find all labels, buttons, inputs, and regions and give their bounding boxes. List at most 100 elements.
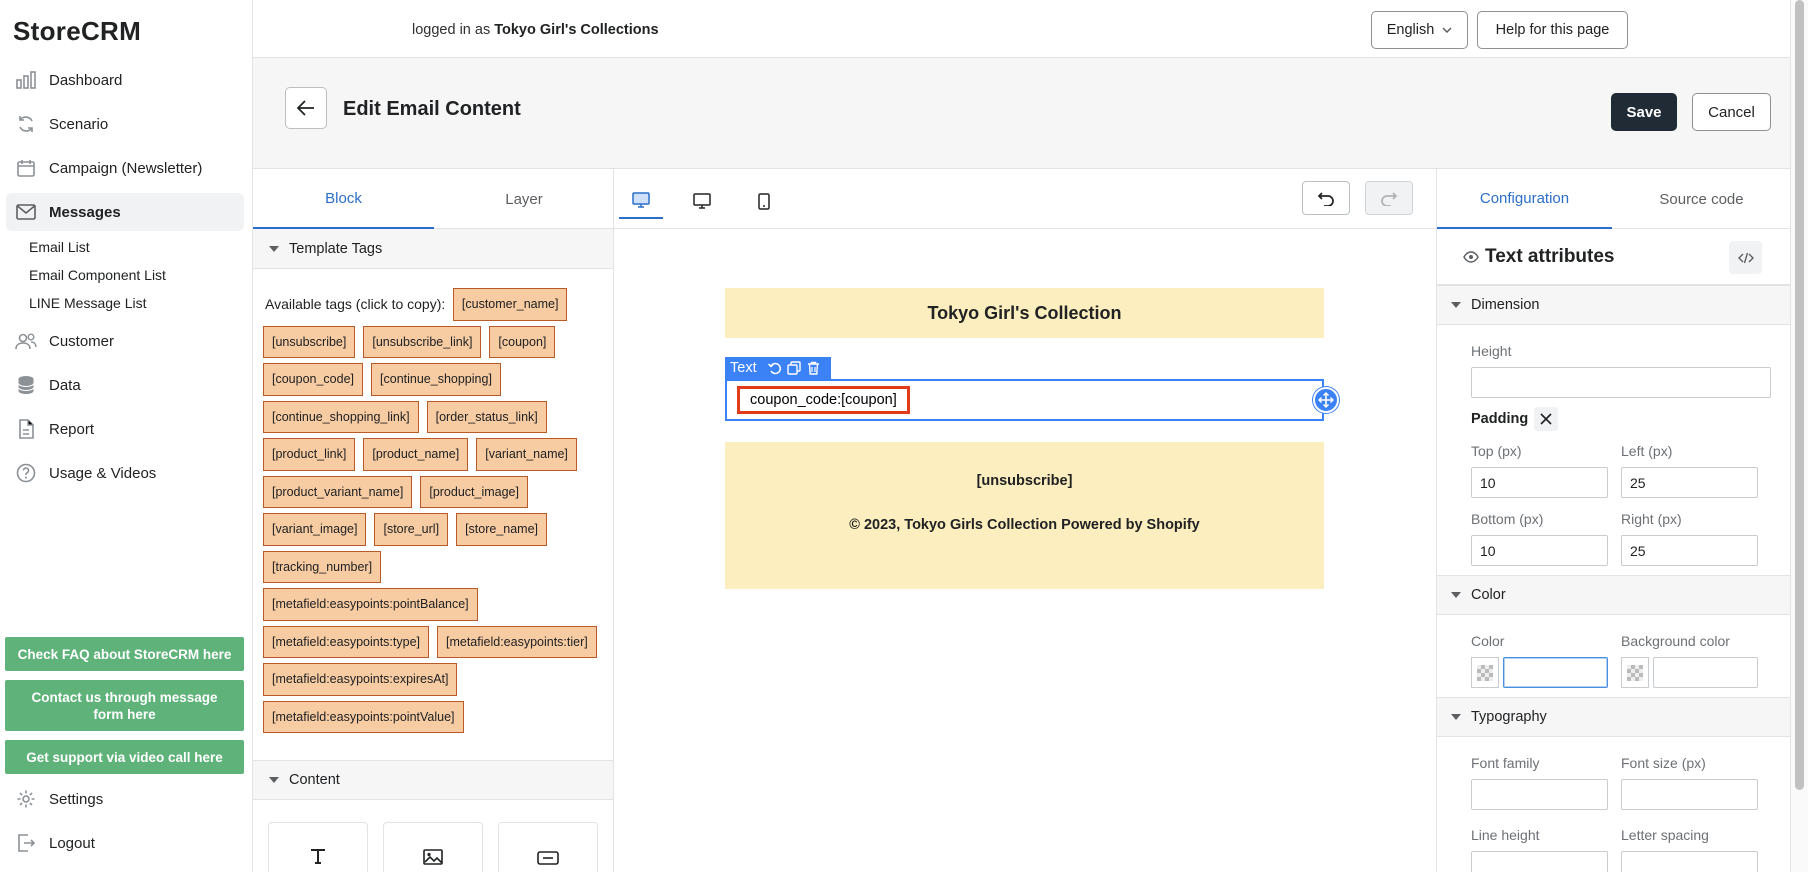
content-block-image[interactable] xyxy=(383,822,483,872)
template-tag[interactable]: [store_url] xyxy=(374,513,449,546)
undo-button[interactable] xyxy=(1302,181,1350,215)
sidebar-item-report[interactable]: Report xyxy=(6,410,244,448)
desktop-preview-icon xyxy=(632,192,650,208)
sidebar-item-dashboard[interactable]: Dashboard xyxy=(6,61,244,99)
move-handle[interactable] xyxy=(1313,387,1339,413)
trash-icon[interactable] xyxy=(807,361,820,375)
sidebar-subitem-email-component-list[interactable]: Email Component List xyxy=(29,267,166,283)
template-tag[interactable]: [variant_name] xyxy=(476,438,577,471)
typography-section-header[interactable]: Typography xyxy=(1437,697,1790,737)
template-tag[interactable]: [coupon] xyxy=(489,325,556,358)
sidebar-subitem-email-list[interactable]: Email List xyxy=(29,239,90,255)
height-input[interactable] xyxy=(1471,367,1771,398)
sidebar-item-usage-videos[interactable]: Usage & Videos xyxy=(6,454,244,492)
padding-bottom-input[interactable]: 10 xyxy=(1471,535,1608,566)
sidebar-item-scenario[interactable]: Scenario xyxy=(6,105,244,143)
template-tag[interactable]: [continue_shopping] xyxy=(371,363,501,396)
back-button[interactable] xyxy=(285,87,327,129)
text-color-swatch[interactable] xyxy=(1471,657,1499,688)
line-height-label: Line height xyxy=(1471,827,1540,843)
template-tag[interactable]: [metafield:easypoints:pointBalance] xyxy=(263,588,478,621)
font-size-input[interactable] xyxy=(1621,779,1758,810)
code-view-button[interactable] xyxy=(1729,241,1762,274)
sidebar-item-logout[interactable]: Logout xyxy=(6,824,244,862)
tab-source-code[interactable]: Source code xyxy=(1612,169,1791,229)
redo-button[interactable] xyxy=(1365,181,1413,215)
template-tag[interactable]: [product_variant_name] xyxy=(263,475,413,508)
sidebar-item-label: Dashboard xyxy=(49,71,123,89)
template-tag[interactable]: [product_name] xyxy=(363,438,469,471)
copy-icon[interactable] xyxy=(786,361,801,375)
background-color-swatch[interactable] xyxy=(1621,657,1649,688)
line-height-input[interactable] xyxy=(1471,851,1608,872)
template-tag[interactable]: [metafield:easypoints:tier] xyxy=(437,625,597,658)
sidebar-item-label: Messages xyxy=(49,203,121,221)
sidebar-subitem-line-message-list[interactable]: LINE Message List xyxy=(29,295,147,311)
template-tag[interactable]: [unsubscribe_link] xyxy=(363,325,482,358)
login-prefix: logged in as xyxy=(412,22,495,38)
faq-button[interactable]: Check FAQ about StoreCRM here xyxy=(5,637,244,671)
padding-right-input[interactable]: 25 xyxy=(1621,535,1758,566)
device-desktop-button[interactable] xyxy=(680,183,724,219)
letter-spacing-input[interactable] xyxy=(1621,851,1758,872)
template-tag[interactable]: [product_link] xyxy=(263,438,356,471)
template-tag[interactable]: [customer_name] xyxy=(452,288,568,321)
template-tag[interactable]: [store_name] xyxy=(456,513,548,546)
contact-form-button[interactable]: Contact us through message form here xyxy=(5,680,244,731)
help-page-button[interactable]: Help for this page xyxy=(1477,11,1628,49)
text-color-input[interactable] xyxy=(1503,657,1608,688)
tab-configuration[interactable]: Configuration xyxy=(1437,169,1612,229)
code-icon xyxy=(1737,252,1754,264)
device-mobile-button[interactable] xyxy=(742,183,786,219)
caret-down-icon xyxy=(269,777,279,783)
background-color-label: Background color xyxy=(1621,633,1730,649)
content-block-text[interactable] xyxy=(268,822,368,872)
template-tag[interactable]: [metafield:easypoints:pointValue] xyxy=(263,700,464,733)
padding-left-input[interactable]: 25 xyxy=(1621,467,1758,498)
clear-padding-button[interactable] xyxy=(1534,407,1558,431)
sidebar-item-campaign[interactable]: Campaign (Newsletter) xyxy=(6,149,244,187)
sidebar-item-label: Scenario xyxy=(49,115,109,133)
mobile-icon xyxy=(758,192,770,210)
sidebar-item-messages[interactable]: Messages xyxy=(6,193,244,231)
footer-unsubscribe: [unsubscribe] xyxy=(976,473,1073,489)
selected-text-block[interactable]: coupon_code:[coupon] xyxy=(725,379,1324,421)
padding-top-input[interactable]: 10 xyxy=(1471,467,1608,498)
template-tag[interactable]: [metafield:easypoints:expiresAt] xyxy=(263,663,458,696)
email-header-block[interactable]: Tokyo Girl's Collection xyxy=(725,288,1324,338)
arrow-up-icon[interactable] xyxy=(767,361,781,375)
template-tag[interactable]: [product_image] xyxy=(420,475,528,508)
device-fullscreen-button[interactable] xyxy=(619,183,663,219)
template-tags-section-header[interactable]: Template Tags xyxy=(253,229,613,269)
document-icon xyxy=(14,417,38,441)
template-tag[interactable]: [metafield:easypoints:type] xyxy=(263,625,429,658)
tab-layer[interactable]: Layer xyxy=(434,169,614,229)
undo-icon xyxy=(1317,190,1335,206)
coupon-code-text[interactable]: coupon_code:[coupon] xyxy=(737,386,910,414)
sidebar-item-data[interactable]: Data xyxy=(6,366,244,404)
template-tag[interactable]: [unsubscribe] xyxy=(263,325,356,358)
tab-block[interactable]: Block xyxy=(253,169,434,229)
gear-icon xyxy=(14,787,38,811)
scrollbar-thumb[interactable] xyxy=(1795,0,1804,790)
background-color-input[interactable] xyxy=(1653,657,1758,688)
sidebar-item-settings[interactable]: Settings xyxy=(6,780,244,818)
cancel-button[interactable]: Cancel xyxy=(1692,93,1771,131)
app-logo[interactable]: StoreCRM xyxy=(13,16,141,47)
template-tag[interactable]: [continue_shopping_link] xyxy=(263,400,419,433)
template-tag[interactable]: [order_status_link] xyxy=(426,400,547,433)
template-tag[interactable]: [tracking_number] xyxy=(263,550,382,583)
language-select[interactable]: English xyxy=(1371,11,1468,49)
content-section-header[interactable]: Content xyxy=(253,760,613,800)
font-family-input[interactable] xyxy=(1471,779,1608,810)
content-block-button[interactable] xyxy=(498,822,598,872)
color-section-header[interactable]: Color xyxy=(1437,575,1790,615)
sidebar-item-customer[interactable]: Customer xyxy=(6,322,244,360)
page-scrollbar[interactable] xyxy=(1790,0,1808,872)
email-footer-block[interactable]: [unsubscribe] © 2023, Tokyo Girls Collec… xyxy=(725,442,1324,589)
dimension-section-header[interactable]: Dimension xyxy=(1437,285,1790,325)
template-tag[interactable]: [variant_image] xyxy=(263,513,367,546)
template-tag[interactable]: [coupon_code] xyxy=(263,363,364,396)
save-button[interactable]: Save xyxy=(1611,93,1677,131)
video-support-button[interactable]: Get support via video call here xyxy=(5,740,244,774)
